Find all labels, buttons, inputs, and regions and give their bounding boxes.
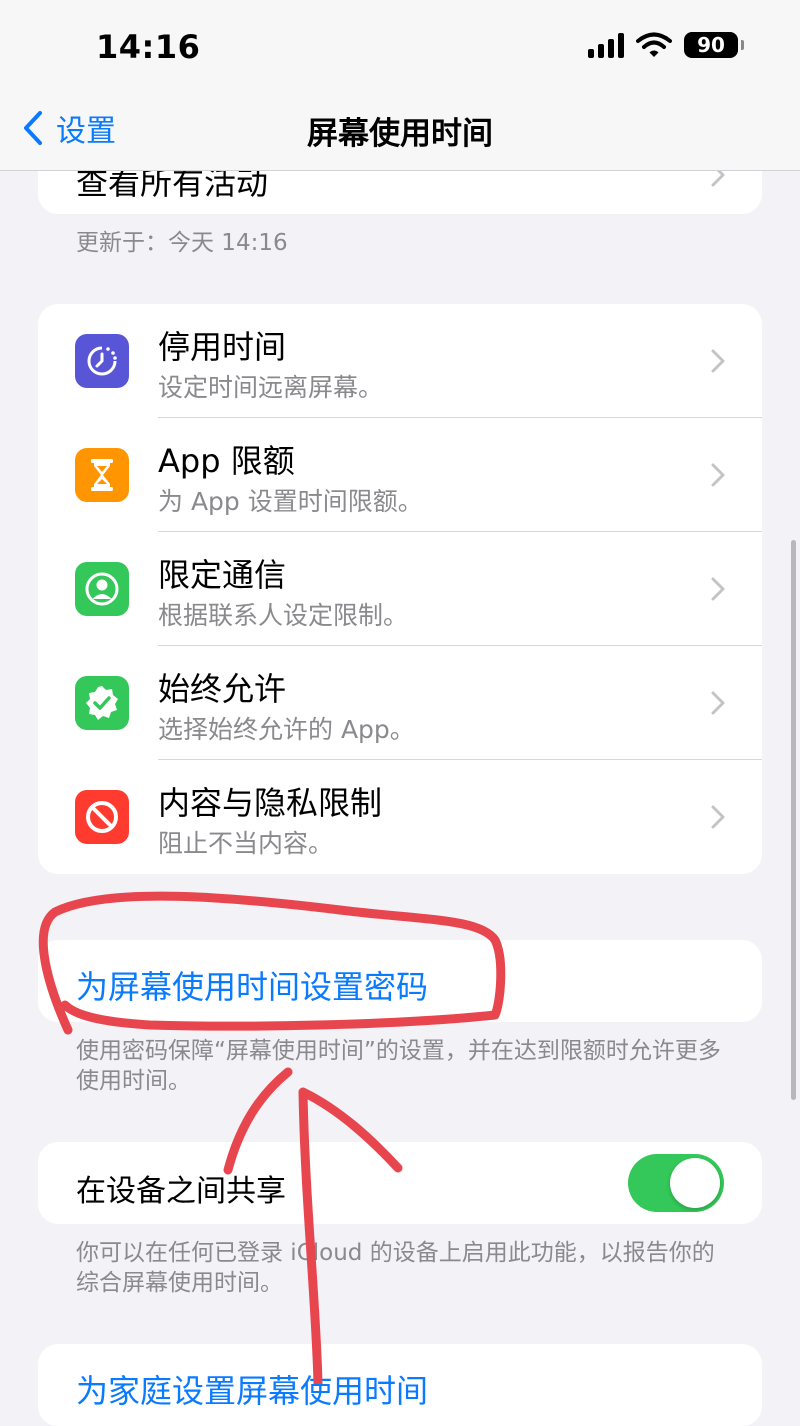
prohibited-icon — [75, 790, 129, 844]
wifi-icon — [636, 32, 672, 57]
share-group: 在设备之间共享 — [38, 1142, 762, 1224]
settings-row-communication-limits[interactable]: 限定通信 根据联系人设定限制。 — [38, 532, 762, 646]
status-bar: 14:16 90 — [0, 0, 800, 92]
chevron-right-icon — [711, 463, 725, 487]
setup-family-button[interactable]: 为家庭设置屏幕使用时间 — [38, 1344, 762, 1426]
contact-icon — [75, 562, 129, 616]
toggle-knob — [670, 1158, 720, 1208]
communication-limits-title: 限定通信 — [158, 556, 287, 594]
downtime-title: 停用时间 — [158, 328, 287, 366]
updated-time-text: 更新于：今天 14:16 — [76, 230, 288, 256]
app-limits-title: App 限额 — [158, 442, 295, 480]
family-group: 为家庭设置屏幕使用时间 — [38, 1344, 762, 1426]
setup-family-label: 为家庭设置屏幕使用时间 — [76, 1372, 429, 1410]
chevron-right-icon — [711, 805, 725, 829]
always-allowed-title: 始终允许 — [158, 670, 287, 708]
set-passcode-label: 为屏幕使用时间设置密码 — [76, 968, 429, 1006]
status-icons: 90 — [588, 32, 744, 58]
cellular-signal-icon — [588, 32, 624, 58]
communication-limits-subtitle: 根据联系人设定限制。 — [158, 601, 409, 630]
settings-row-app-limits[interactable]: App 限额 为 App 设置时间限额。 — [38, 418, 762, 532]
battery-icon: 90 — [684, 32, 744, 58]
passcode-footer: 使用密码保障“屏幕使用时间”的设置，并在达到限额时允许更多使用时间。 — [76, 1038, 721, 1094]
set-passcode-button[interactable]: 为屏幕使用时间设置密码 — [38, 940, 762, 1022]
page-title: 屏幕使用时间 — [307, 116, 493, 152]
downtime-subtitle: 设定时间远离屏幕。 — [158, 373, 384, 402]
chevron-right-icon — [711, 691, 725, 715]
content-privacy-subtitle: 阻止不当内容。 — [158, 829, 334, 858]
app-limits-subtitle: 为 App 设置时间限额。 — [158, 487, 423, 516]
downtime-icon — [75, 334, 129, 388]
share-footer: 你可以在任何已登录 iCloud 的设备上启用此功能，以报告你的综合屏幕使用时间… — [76, 1240, 715, 1296]
scroll-indicator — [791, 540, 796, 1100]
share-across-devices-label: 在设备之间共享 — [76, 1174, 286, 1209]
hourglass-icon — [75, 448, 129, 502]
always-allowed-subtitle: 选择始终允许的 App。 — [158, 715, 415, 744]
settings-row-content-privacy[interactable]: 内容与隐私限制 阻止不当内容。 — [38, 760, 762, 874]
battery-level: 90 — [697, 33, 725, 57]
screen-time-settings-list: 停用时间 设定时间远离屏幕。 App 限额 为 App 设置时间限额。 限定通信… — [38, 304, 762, 874]
navigation-bar: 设置 屏幕使用时间 — [0, 92, 800, 171]
chevron-right-icon — [711, 577, 725, 601]
chevron-right-icon — [711, 349, 725, 373]
content-privacy-title: 内容与隐私限制 — [158, 784, 383, 822]
share-across-devices-toggle[interactable] — [628, 1154, 724, 1212]
settings-row-always-allowed[interactable]: 始终允许 选择始终允许的 App。 — [38, 646, 762, 760]
checkmark-badge-icon — [75, 676, 129, 730]
settings-row-downtime[interactable]: 停用时间 设定时间远离屏幕。 — [38, 304, 762, 418]
passcode-group: 为屏幕使用时间设置密码 — [38, 940, 762, 1022]
status-time: 14:16 — [96, 28, 201, 66]
